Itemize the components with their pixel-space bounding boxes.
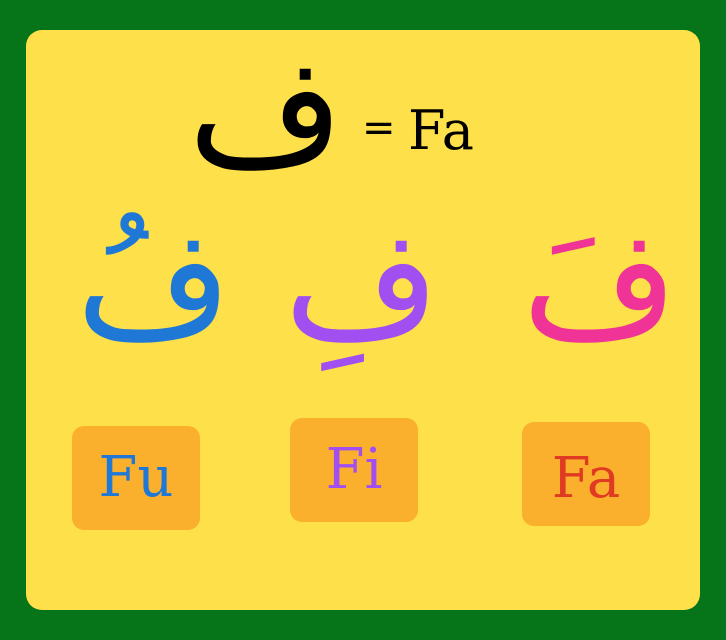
tile-fu[interactable]: Fu [72, 426, 200, 530]
main-letter-fa: ف [188, 26, 344, 200]
tile-fa[interactable]: Fa [522, 422, 650, 526]
tile-fi[interactable]: Fi [290, 418, 418, 522]
letter-fu-damma: فُ [76, 198, 232, 372]
equals-sign: = [362, 105, 396, 151]
main-transliteration: Fa [408, 99, 474, 162]
letter-fa-fatha: فَ [522, 198, 678, 372]
letter-fi-kasra: فِ [284, 198, 440, 372]
